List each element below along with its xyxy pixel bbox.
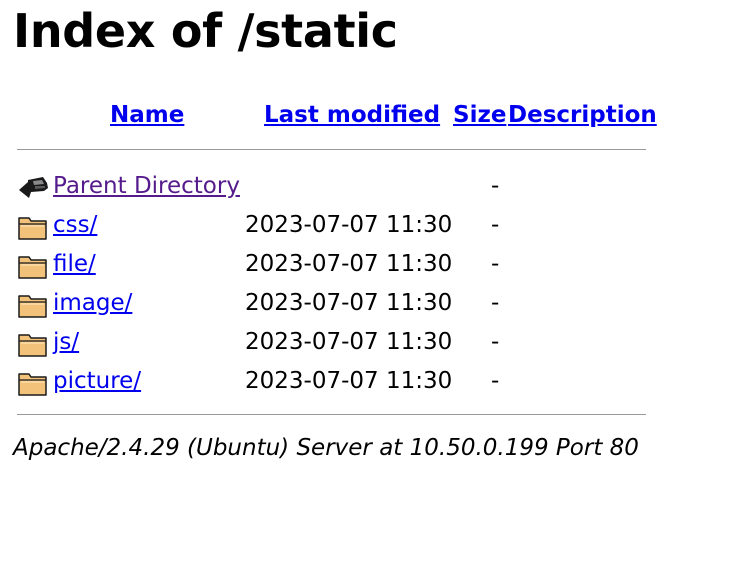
directory-link[interactable]: css/: [53, 209, 97, 241]
directory-link[interactable]: image/: [53, 287, 132, 319]
server-signature: Apache/2.4.29 (Ubuntu) Server at 10.50.0…: [13, 435, 639, 461]
table-row: css/ 2023-07-07 11:30 -: [0, 209, 755, 243]
size-cell: -: [491, 290, 500, 316]
table-row: js/ 2023-07-07 11:30 -: [0, 326, 755, 360]
last-modified-column-header[interactable]: Last modified: [264, 100, 440, 130]
table-row: image/ 2023-07-07 11:30 -: [0, 287, 755, 321]
last-modified-cell: 2023-07-07 11:30: [245, 212, 453, 238]
directory-link[interactable]: file/: [53, 248, 96, 280]
size-column-header[interactable]: Size: [453, 100, 506, 130]
folder-icon: [17, 369, 49, 397]
folder-icon: [17, 213, 49, 241]
back-arrow-icon: [17, 174, 49, 202]
directory-link[interactable]: js/: [53, 326, 79, 358]
top-divider: [17, 149, 646, 150]
description-column-header[interactable]: Description: [508, 100, 657, 130]
size-cell: -: [491, 251, 500, 277]
size-cell: -: [491, 329, 500, 355]
size-cell: -: [491, 368, 500, 394]
folder-icon: [17, 291, 49, 319]
table-row: file/ 2023-07-07 11:30 -: [0, 248, 755, 282]
last-modified-cell: 2023-07-07 11:30: [245, 329, 453, 355]
table-row: picture/ 2023-07-07 11:30 -: [0, 365, 755, 399]
page-title: Index of /static: [13, 4, 398, 58]
directory-link[interactable]: picture/: [53, 365, 141, 397]
last-modified-cell: 2023-07-07 11:30: [245, 290, 453, 316]
last-modified-cell: 2023-07-07 11:30: [245, 368, 453, 394]
name-column-header[interactable]: Name: [110, 100, 184, 130]
folder-icon: [17, 252, 49, 280]
last-modified-cell: 2023-07-07 11:30: [245, 251, 453, 277]
bottom-divider: [17, 414, 646, 415]
parent-directory-link[interactable]: Parent Directory: [53, 170, 240, 202]
size-cell: -: [491, 173, 500, 199]
parent-directory-row: Parent Directory -: [0, 170, 755, 204]
size-cell: -: [491, 212, 500, 238]
folder-icon: [17, 330, 49, 358]
